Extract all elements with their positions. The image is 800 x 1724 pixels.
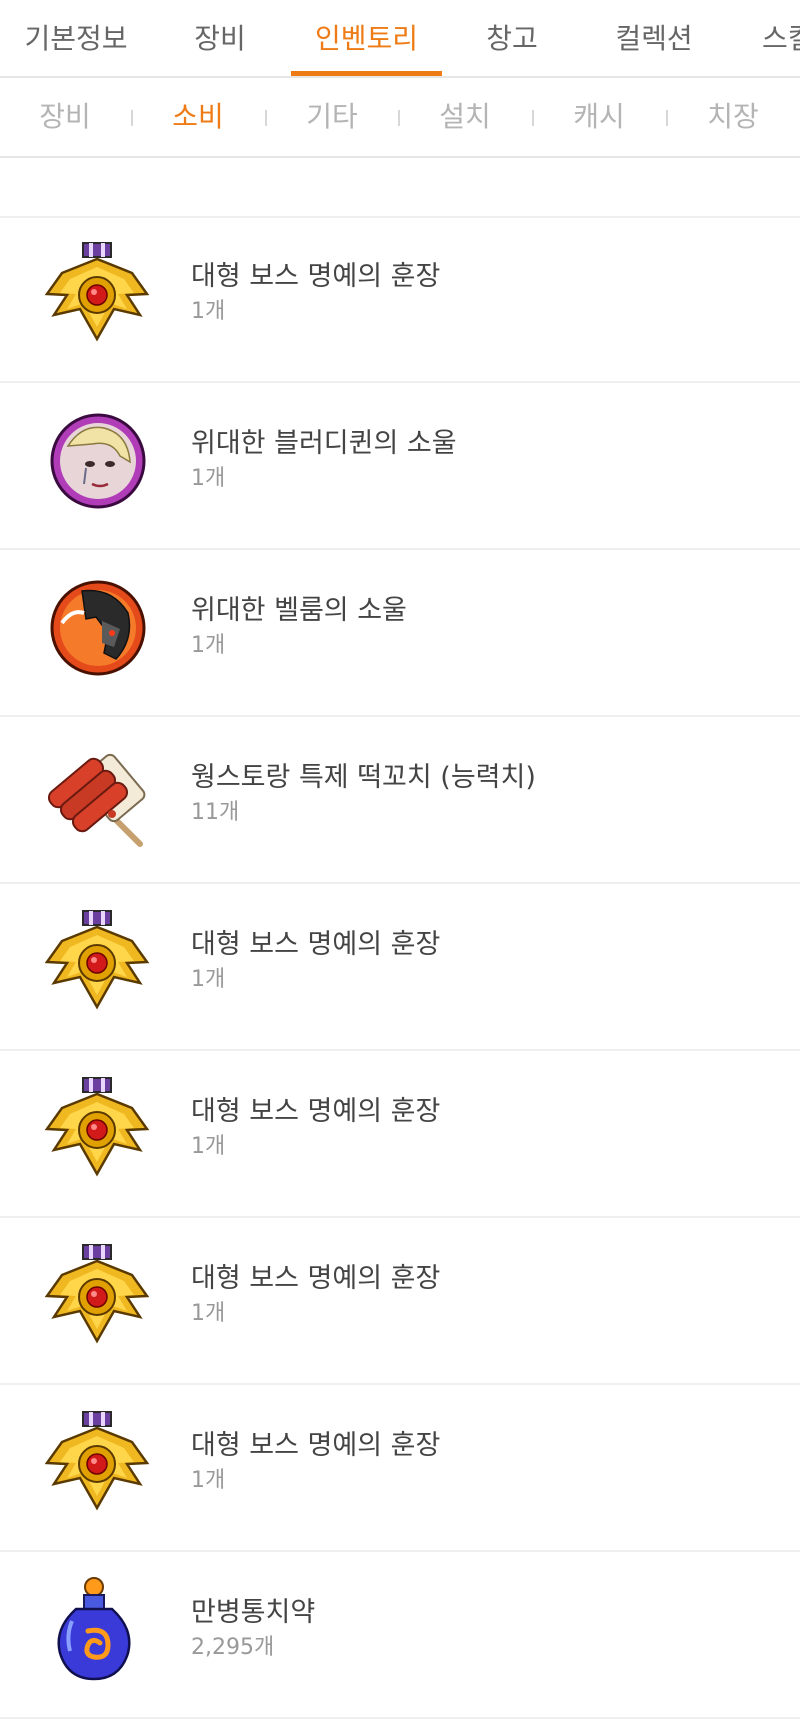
- tab-equipment[interactable]: 장비: [152, 0, 288, 76]
- item-name: 대형 보스 명예의 훈장: [191, 261, 441, 292]
- item-name: 대형 보스 명예의 훈장: [191, 1096, 441, 1127]
- tab-collection[interactable]: 컬렉션: [582, 0, 726, 76]
- item-quantity: 1개: [191, 466, 226, 491]
- list-item[interactable]: 대형 보스 명예의 훈장 1개: [0, 1051, 800, 1218]
- inventory-category-bar: 장비 소비 기타 설치 캐시 치장: [0, 78, 800, 158]
- item-quantity: 2,295개: [191, 1635, 275, 1660]
- list-item[interactable]: 대형 보스 명예의 훈장 1개: [0, 1218, 800, 1385]
- rice-cake-skewer-icon: [42, 740, 152, 850]
- subtab-setup[interactable]: 설치: [400, 78, 530, 156]
- vellum-soul-icon: [42, 573, 152, 683]
- item-quantity: 1개: [191, 633, 226, 658]
- active-tab-indicator: [291, 71, 442, 76]
- list-item[interactable]: 위대한 벨룸의 소울 1개: [0, 550, 800, 717]
- medal-icon: [42, 1408, 152, 1518]
- item-name: 위대한 벨룸의 소울: [191, 595, 407, 626]
- subtab-etc[interactable]: 기타: [267, 78, 397, 156]
- list-item[interactable]: 대형 보스 명예의 훈장 1개: [0, 1385, 800, 1552]
- list-item[interactable]: 대형 보스 명예의 훈장 1개: [0, 216, 800, 383]
- item-quantity: 1개: [191, 299, 226, 324]
- subtab-consumable[interactable]: 소비: [133, 78, 263, 156]
- potion-icon: [42, 1575, 152, 1685]
- item-quantity: 1개: [191, 967, 226, 992]
- tab-basic-info[interactable]: 기본정보: [0, 0, 152, 76]
- list-item[interactable]: 대형 보스 명예의 훈장 1개: [0, 884, 800, 1051]
- item-quantity: 1개: [191, 1301, 226, 1326]
- list-item[interactable]: 만병통치약 2,295개: [0, 1552, 800, 1719]
- inventory-item-list: 대형 보스 명예의 훈장 1개 위대한 블러디퀸의 소울 1개 위대한 벨룸의 …: [0, 158, 800, 1724]
- medal-icon: [42, 1074, 152, 1184]
- item-name: 대형 보스 명예의 훈장: [191, 1430, 441, 1461]
- medal-icon: [42, 907, 152, 1017]
- list-item[interactable]: 웡스토랑 특제 떡꼬치 (능력치) 11개: [0, 717, 800, 884]
- main-tab-bar: 기본정보 장비 인벤토리 창고 컬렉션 스킬: [0, 0, 800, 78]
- tab-skill[interactable]: 스킬: [762, 0, 800, 76]
- list-item-partial[interactable]: [0, 158, 800, 218]
- item-name: 대형 보스 명예의 훈장: [191, 1263, 441, 1294]
- subtab-cosmetic[interactable]: 치장: [668, 78, 798, 156]
- subtab-cash[interactable]: 캐시: [534, 78, 664, 156]
- bloody-queen-soul-icon: [42, 406, 152, 516]
- medal-icon: [42, 1241, 152, 1351]
- medal-icon: [42, 239, 152, 349]
- item-name: 위대한 블러디퀸의 소울: [191, 428, 457, 459]
- blue-box-icon: [42, 158, 152, 159]
- item-quantity: 1개: [191, 1468, 226, 1493]
- subtab-equipment[interactable]: 장비: [0, 78, 130, 156]
- tab-storage[interactable]: 창고: [442, 0, 582, 76]
- item-name: 웡스토랑 특제 떡꼬치 (능력치): [191, 762, 536, 793]
- tab-inventory[interactable]: 인벤토리: [291, 0, 442, 76]
- item-name: 대형 보스 명예의 훈장: [191, 929, 441, 960]
- item-name: 만병통치약: [191, 1597, 316, 1628]
- list-item[interactable]: 위대한 블러디퀸의 소울 1개: [0, 383, 800, 550]
- item-quantity: 11개: [191, 800, 240, 825]
- item-quantity: 1개: [191, 1134, 226, 1159]
